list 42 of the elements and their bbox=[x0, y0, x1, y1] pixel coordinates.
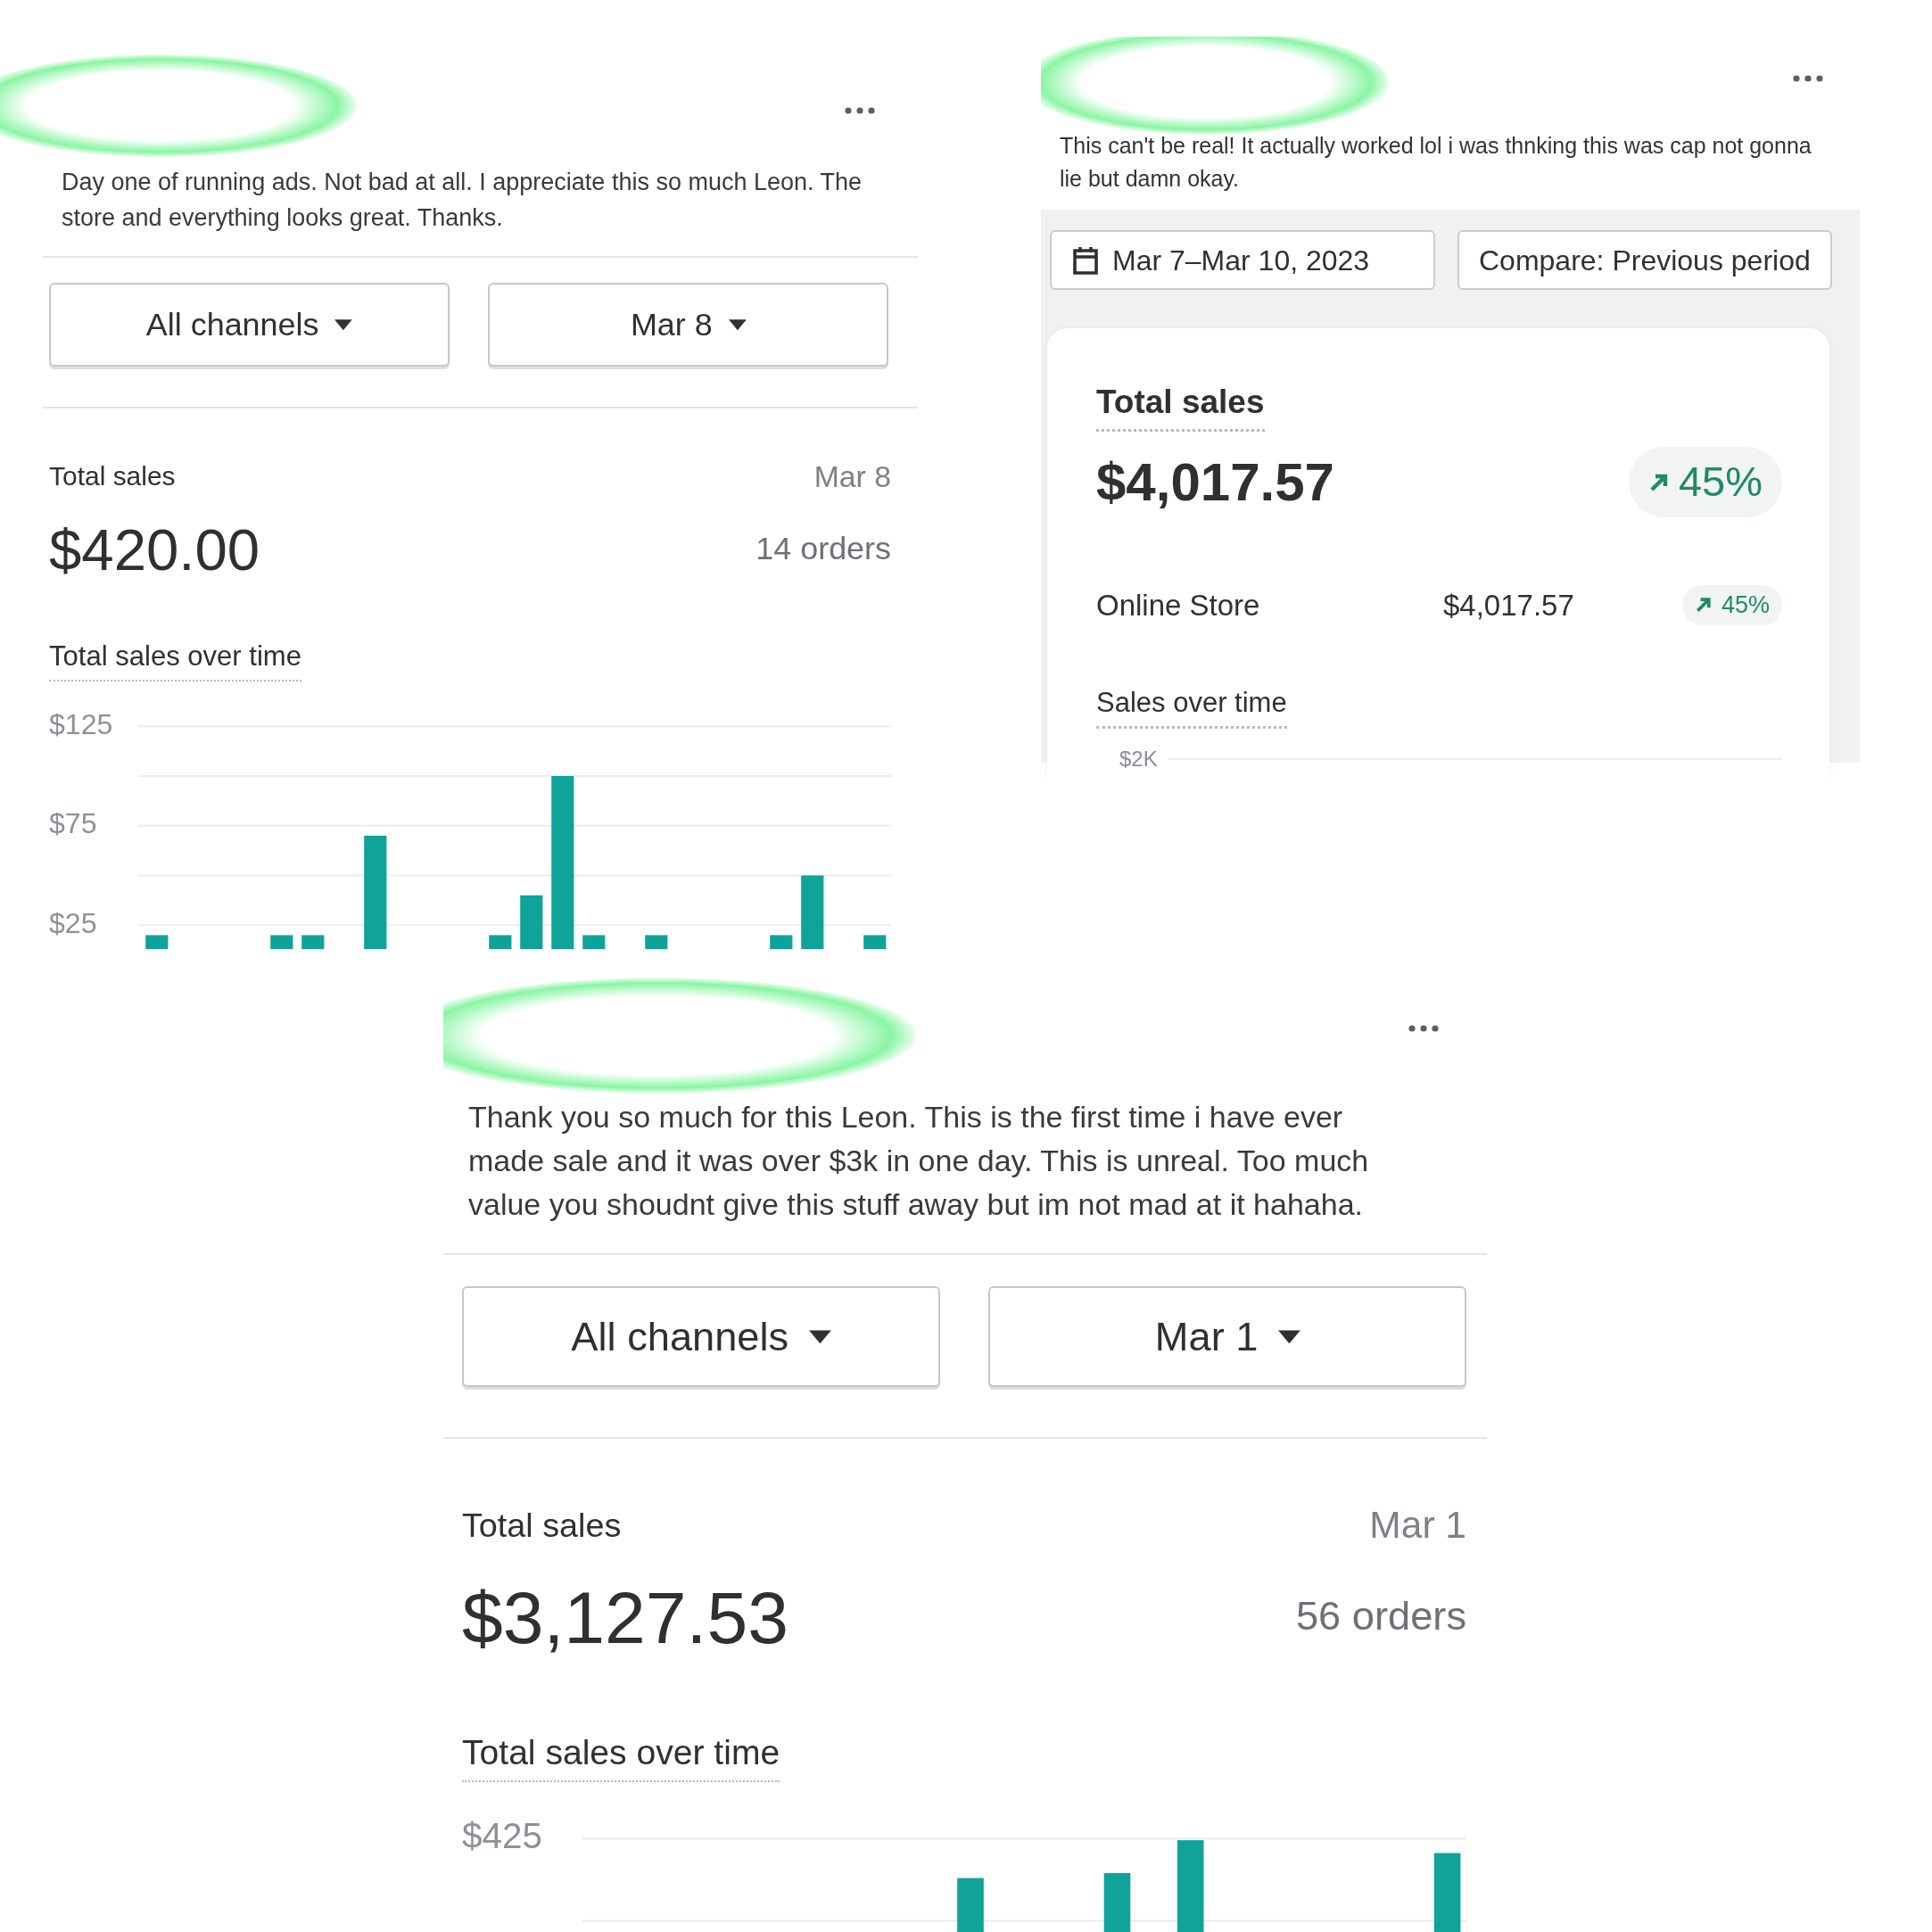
caret-icon bbox=[334, 318, 353, 331]
chart-title: Total sales over time bbox=[462, 1726, 780, 1783]
channel-name: Online Store bbox=[1096, 587, 1261, 623]
chart-bar bbox=[1103, 1872, 1131, 1932]
orders-count: 14 orders bbox=[755, 529, 891, 569]
date-dropdown[interactable]: Mar 1 bbox=[988, 1286, 1467, 1388]
axis-label: $2K bbox=[1119, 745, 1158, 772]
comment-text: Thank you so much for this Leon. This is the first time i have ever made sale and it was over $3k in one day. This is unreal. Too much value you shoudnt give this stuff away but im not mad at it hahaha. bbox=[468, 1098, 1370, 1224]
axis-label: $425 bbox=[462, 1815, 542, 1856]
channel-dropdown[interactable]: All channels bbox=[462, 1286, 940, 1388]
arrow-up-right-icon bbox=[1694, 596, 1713, 615]
calendar-icon bbox=[1071, 244, 1100, 276]
change-value: 45% bbox=[1721, 590, 1770, 620]
caret-icon bbox=[728, 318, 747, 331]
chart-title: Sales over time bbox=[1096, 682, 1287, 729]
chart-title: Total sales over time bbox=[49, 636, 301, 682]
channel-amount: $4,017.57 bbox=[1443, 587, 1575, 623]
axis-label: $25 bbox=[49, 906, 97, 939]
comment-text: Day one of running ads. Not bad at all. I appreciate this so much Leon. The store and everything looks great. Thanks. bbox=[62, 168, 863, 233]
sales-amount: $4,017.57 bbox=[1096, 450, 1334, 514]
more-icon[interactable] bbox=[1793, 75, 1823, 82]
change-value: 45% bbox=[1678, 457, 1763, 508]
more-icon[interactable] bbox=[845, 107, 875, 114]
sales-amount: $3,127.53 bbox=[462, 1578, 788, 1659]
date-label: Mar 1 bbox=[1369, 1503, 1466, 1548]
metric-title: Total sales bbox=[462, 1505, 622, 1546]
axis-label: $125 bbox=[49, 707, 113, 740]
caret-icon bbox=[1278, 1329, 1300, 1344]
date-dropdown[interactable]: Mar 8 bbox=[488, 283, 889, 367]
date-label: Mar 8 bbox=[813, 458, 891, 495]
compare-button[interactable]: Compare: Previous period bbox=[1457, 230, 1832, 290]
sales-amount: $420.00 bbox=[49, 518, 260, 582]
channel-dropdown[interactable]: All channels bbox=[49, 283, 450, 367]
more-icon[interactable] bbox=[1408, 1025, 1439, 1032]
chart-bar bbox=[957, 1878, 984, 1932]
metric-title: Total sales bbox=[49, 459, 176, 492]
orders-count: 56 orders bbox=[1295, 1592, 1466, 1641]
caret-icon bbox=[808, 1329, 831, 1344]
axis-label: $75 bbox=[49, 806, 97, 839]
metric-title: Total sales bbox=[1096, 377, 1265, 432]
comment-text: This can't be real! It actually worked lol i was thnking this was cap not gonna lie but damn okay. bbox=[1060, 132, 1812, 193]
date-range-button[interactable]: Mar 7–Mar 10, 2023 bbox=[1050, 230, 1435, 290]
